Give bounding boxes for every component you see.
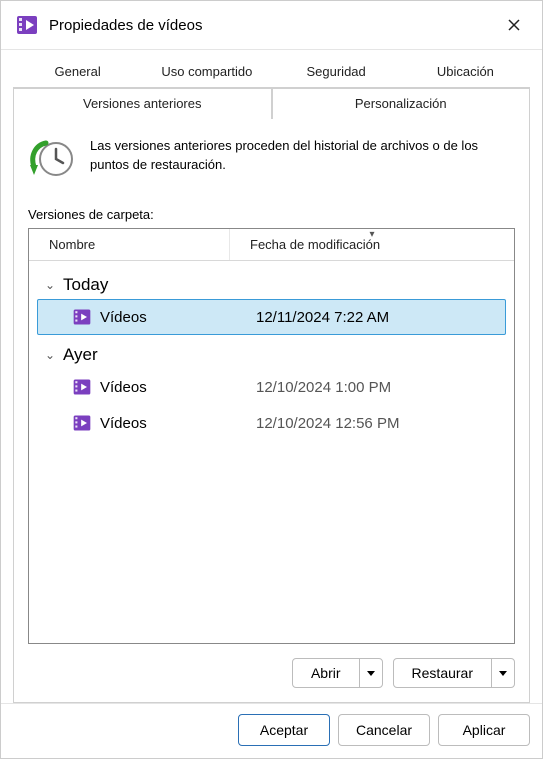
restore-button-dropdown[interactable] bbox=[492, 659, 514, 687]
chevron-down-icon: ⌄ bbox=[43, 348, 57, 362]
tab-security[interactable]: Seguridad bbox=[272, 58, 401, 88]
action-row: Abrir Restaurar bbox=[28, 658, 515, 688]
item-name: Vídeos bbox=[100, 309, 248, 326]
ok-button[interactable]: Aceptar bbox=[238, 714, 330, 746]
dialog-button-bar: Aceptar Cancelar Aplicar bbox=[1, 703, 542, 758]
info-row: Las versiones anteriores proceden del hi… bbox=[28, 135, 515, 183]
videos-folder-icon bbox=[15, 13, 39, 37]
clock-restore-icon bbox=[28, 135, 76, 183]
tab-sharing[interactable]: Uso compartido bbox=[142, 58, 271, 88]
tab-location[interactable]: Ubicación bbox=[401, 58, 530, 88]
group-label: Today bbox=[63, 275, 108, 295]
cancel-button[interactable]: Cancelar bbox=[338, 714, 430, 746]
info-text: Las versiones anteriores proceden del hi… bbox=[90, 135, 515, 175]
item-date: 12/10/2024 12:56 PM bbox=[256, 415, 497, 432]
item-date: 12/10/2024 1:00 PM bbox=[256, 379, 497, 396]
apply-button[interactable]: Aplicar bbox=[438, 714, 530, 746]
restore-button[interactable]: Restaurar bbox=[393, 658, 515, 688]
title-bar: Propiedades de vídeos bbox=[1, 1, 542, 50]
tab-general[interactable]: General bbox=[13, 58, 142, 88]
list-item[interactable]: Vídeos 12/11/2024 7:22 AM bbox=[37, 299, 506, 335]
list-item[interactable]: Vídeos 12/10/2024 1:00 PM bbox=[37, 369, 506, 405]
videos-folder-icon bbox=[72, 307, 92, 327]
close-button[interactable] bbox=[500, 11, 528, 39]
column-header-modified-label: Fecha de modificación bbox=[250, 237, 380, 252]
videos-folder-icon bbox=[72, 413, 92, 433]
tab-content: Las versiones anteriores proceden del hi… bbox=[13, 119, 530, 703]
restore-button-label: Restaurar bbox=[394, 659, 492, 687]
open-button-dropdown[interactable] bbox=[360, 659, 382, 687]
sort-caret-icon: ▾ bbox=[369, 229, 374, 240]
section-label: Versiones de carpeta: bbox=[28, 207, 515, 222]
list-body[interactable]: ⌄ Today Vídeos 12/11/2024 7:22 AM ⌄ Ayer bbox=[29, 261, 514, 643]
open-button[interactable]: Abrir bbox=[292, 658, 383, 688]
tab-previous-versions[interactable]: Versiones anteriores bbox=[13, 88, 272, 119]
item-date: 12/11/2024 7:22 AM bbox=[256, 309, 497, 326]
group-header-yesterday[interactable]: ⌄ Ayer bbox=[37, 341, 506, 369]
column-header-modified[interactable]: ▾ Fecha de modificación bbox=[229, 229, 514, 260]
chevron-down-icon: ⌄ bbox=[43, 278, 57, 292]
window-title: Propiedades de vídeos bbox=[49, 17, 500, 34]
list-header: Nombre ▾ Fecha de modificación bbox=[29, 229, 514, 261]
tab-personalization[interactable]: Personalización bbox=[272, 88, 531, 119]
open-button-label: Abrir bbox=[293, 659, 360, 687]
versions-list: Nombre ▾ Fecha de modificación ⌄ Today V… bbox=[28, 228, 515, 644]
videos-folder-icon bbox=[72, 377, 92, 397]
item-name: Vídeos bbox=[100, 415, 248, 432]
list-item[interactable]: Vídeos 12/10/2024 12:56 PM bbox=[37, 405, 506, 441]
tab-strip: General Uso compartido Seguridad Ubicaci… bbox=[1, 50, 542, 119]
column-header-name[interactable]: Nombre bbox=[29, 229, 229, 260]
group-label: Ayer bbox=[63, 345, 98, 365]
item-name: Vídeos bbox=[100, 379, 248, 396]
group-header-today[interactable]: ⌄ Today bbox=[37, 271, 506, 299]
